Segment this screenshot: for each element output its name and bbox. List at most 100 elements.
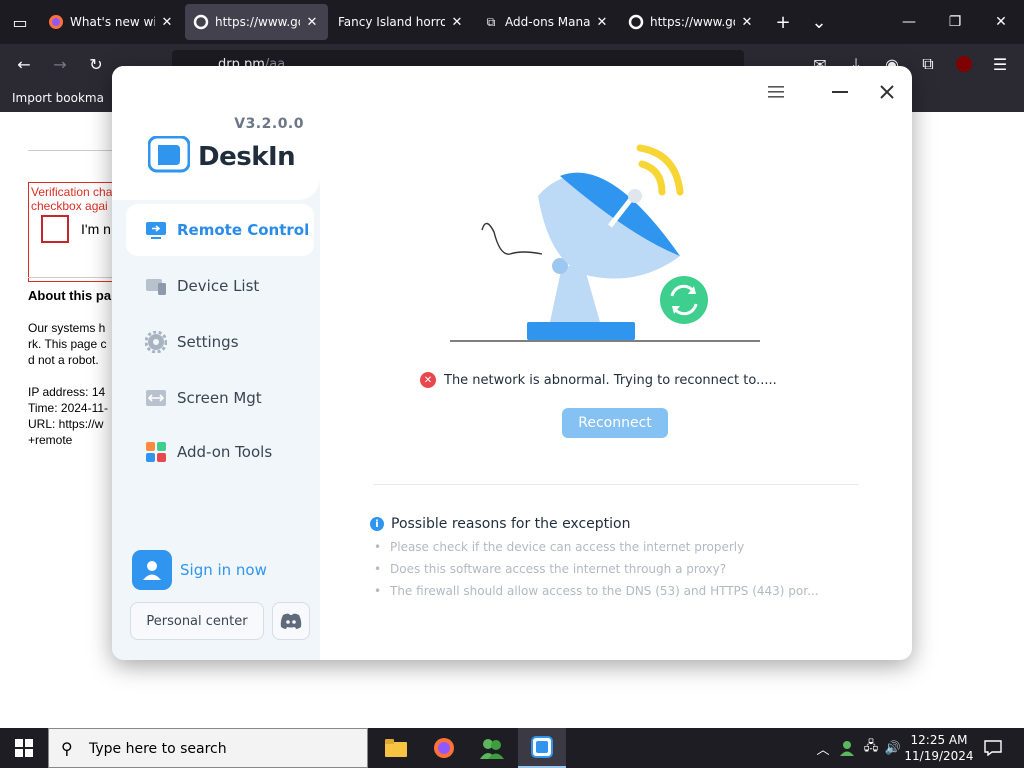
- extensions-icon[interactable]: ⧉: [914, 50, 942, 78]
- screen-arrows-icon: [144, 386, 168, 410]
- search-placeholder: Type here to search: [89, 741, 227, 757]
- back-arrow-icon[interactable]: ←: [10, 50, 38, 78]
- sidebar-item-label: Screen Mgt: [177, 389, 262, 407]
- reason-text: Does this software access the internet t…: [390, 562, 727, 576]
- ublock-icon[interactable]: [950, 50, 978, 78]
- brand: DeskIn: [147, 135, 296, 178]
- reason-text: Please check if the device can access th…: [390, 540, 745, 554]
- sidebar-item-label: Add-on Tools: [177, 443, 273, 461]
- firefox-icon: [48, 14, 64, 30]
- tab-fancy-island[interactable]: Fancy Island horror ✕: [330, 4, 473, 40]
- reload-icon[interactable]: ↻: [82, 50, 110, 78]
- tab-google-2[interactable]: https://www.go ✕: [620, 4, 763, 40]
- sidebar-item-settings[interactable]: Settings: [126, 316, 314, 368]
- sidebar: V3.2.0.0 DeskIn Remote Control Device Li…: [112, 66, 320, 660]
- close-icon[interactable]: ✕: [594, 15, 610, 30]
- reason-item: • Please check if the device can access t…: [374, 540, 745, 554]
- captcha-checkbox[interactable]: [41, 215, 69, 243]
- tab-label: Fancy Island horror: [338, 15, 445, 29]
- file-explorer-icon[interactable]: [372, 728, 420, 768]
- import-bookmarks-link[interactable]: Import bookma: [12, 91, 104, 105]
- new-tab-plus-icon[interactable]: +: [765, 4, 801, 40]
- version-label: V3.2.0.0: [234, 116, 304, 132]
- deskin-window: V3.2.0.0 DeskIn Remote Control Device Li…: [112, 66, 912, 660]
- minimize-icon[interactable]: [826, 78, 854, 106]
- divider: [28, 277, 118, 278]
- sidebar-item-remote-control[interactable]: Remote Control: [126, 204, 314, 256]
- people-app-icon[interactable]: [468, 728, 516, 768]
- taskbar-search-input[interactable]: ⚲ Type here to search: [48, 728, 368, 768]
- puzzle-icon: ⧉: [486, 14, 496, 29]
- tab-label: What's new with: [70, 15, 155, 29]
- error-text: The network is abnormal. Trying to recon…: [444, 372, 777, 388]
- about-heading: About this pa: [28, 288, 112, 303]
- sidebar-item-device-list[interactable]: Device List: [126, 260, 314, 312]
- deskin-logo-icon: [147, 135, 191, 178]
- window-close-icon[interactable]: ✕: [978, 0, 1024, 44]
- monitor-icon: [144, 218, 168, 242]
- reasons-heading: i Possible reasons for the exception: [370, 516, 631, 532]
- devices-icon: [144, 274, 168, 298]
- gear-icon: [144, 330, 168, 354]
- sidebar-item-addon-tools[interactable]: Add-on Tools: [126, 426, 314, 478]
- system-clock[interactable]: 12:25 AM 11/19/2024: [900, 732, 978, 764]
- chevron-up-icon[interactable]: ︿: [812, 728, 834, 768]
- google-icon: [628, 14, 644, 30]
- close-icon[interactable]: ✕: [304, 15, 320, 30]
- about-paragraph: Our systems h rk. This page c d not a ro…: [28, 321, 109, 447]
- tab-addons[interactable]: ⧉ Add-ons Manag ✕: [475, 4, 618, 40]
- discord-icon[interactable]: [272, 602, 310, 640]
- minimize-icon[interactable]: —: [886, 0, 932, 44]
- restore-icon[interactable]: ❐: [932, 0, 978, 44]
- clock-time: 12:25 AM: [910, 733, 968, 747]
- forward-arrow-icon[interactable]: →: [46, 50, 74, 78]
- logo-card: V3.2.0.0 DeskIn: [112, 66, 320, 200]
- divider: [374, 484, 858, 485]
- windows-start-icon[interactable]: [0, 728, 48, 768]
- notification-icon[interactable]: [978, 728, 1008, 768]
- user-tray-icon[interactable]: [836, 728, 858, 768]
- tab-label: Add-ons Manag: [505, 15, 590, 29]
- reasons-title-text: Possible reasons for the exception: [391, 516, 631, 532]
- close-icon[interactable]: ✕: [159, 15, 175, 30]
- sidebar-item-label: Remote Control: [177, 221, 310, 239]
- info-icon: i: [370, 517, 384, 531]
- reconnect-button[interactable]: Reconnect: [562, 408, 668, 438]
- hamburger-menu-icon[interactable]: ☰: [986, 50, 1014, 78]
- reason-item: • Does this software access the internet …: [374, 562, 727, 576]
- chevron-down-icon[interactable]: ⌄: [801, 4, 837, 40]
- reason-item: • The firewall should allow access to the…: [374, 584, 819, 598]
- main-panel: ✕ The network is abnormal. Trying to rec…: [320, 66, 912, 660]
- reason-text: The firewall should allow access to the …: [390, 584, 819, 598]
- hamburger-menu-icon[interactable]: [762, 78, 790, 106]
- clock-date: 11/19/2024: [904, 749, 974, 763]
- network-error-message: ✕ The network is abnormal. Trying to rec…: [420, 372, 777, 388]
- tab-label: https://www.go: [215, 15, 300, 29]
- sidebar-item-label: Settings: [177, 333, 239, 351]
- sidebar-item-label: Device List: [177, 277, 260, 295]
- brand-name: DeskIn: [198, 142, 296, 172]
- browser-tab-bar: ▭ What's new with ✕ https://www.go ✕ Fan…: [0, 0, 1024, 44]
- personal-center-button[interactable]: Personal center: [130, 602, 264, 640]
- close-icon[interactable]: [873, 78, 901, 106]
- captcha-label: I'm n: [81, 221, 111, 237]
- tab-label: https://www.go: [650, 15, 735, 29]
- tab-whats-new[interactable]: What's new with ✕: [40, 4, 183, 40]
- close-icon[interactable]: ✕: [449, 15, 465, 30]
- tab-list-menu-icon[interactable]: ▭: [0, 0, 40, 44]
- google-icon: [193, 14, 209, 30]
- windows-taskbar: ⚲ Type here to search ︿ 🖧 🔊 12:25 AM 11/…: [0, 728, 1024, 768]
- grid-tools-icon: [144, 440, 168, 464]
- sign-in-label: Sign in now: [180, 561, 267, 579]
- divider: [28, 150, 118, 151]
- deskin-taskbar-icon[interactable]: [518, 728, 566, 768]
- close-icon[interactable]: ✕: [739, 15, 755, 30]
- sidebar-item-screen-mgt[interactable]: Screen Mgt: [126, 372, 314, 424]
- tab-google-active[interactable]: https://www.go ✕: [185, 4, 328, 40]
- search-icon: ⚲: [61, 739, 73, 758]
- network-icon[interactable]: 🖧: [860, 728, 882, 768]
- firefox-icon[interactable]: [420, 728, 468, 768]
- satellite-dish-illustration: [450, 144, 760, 342]
- sign-in-link[interactable]: Sign in now: [132, 550, 267, 590]
- user-avatar-icon: [132, 550, 172, 590]
